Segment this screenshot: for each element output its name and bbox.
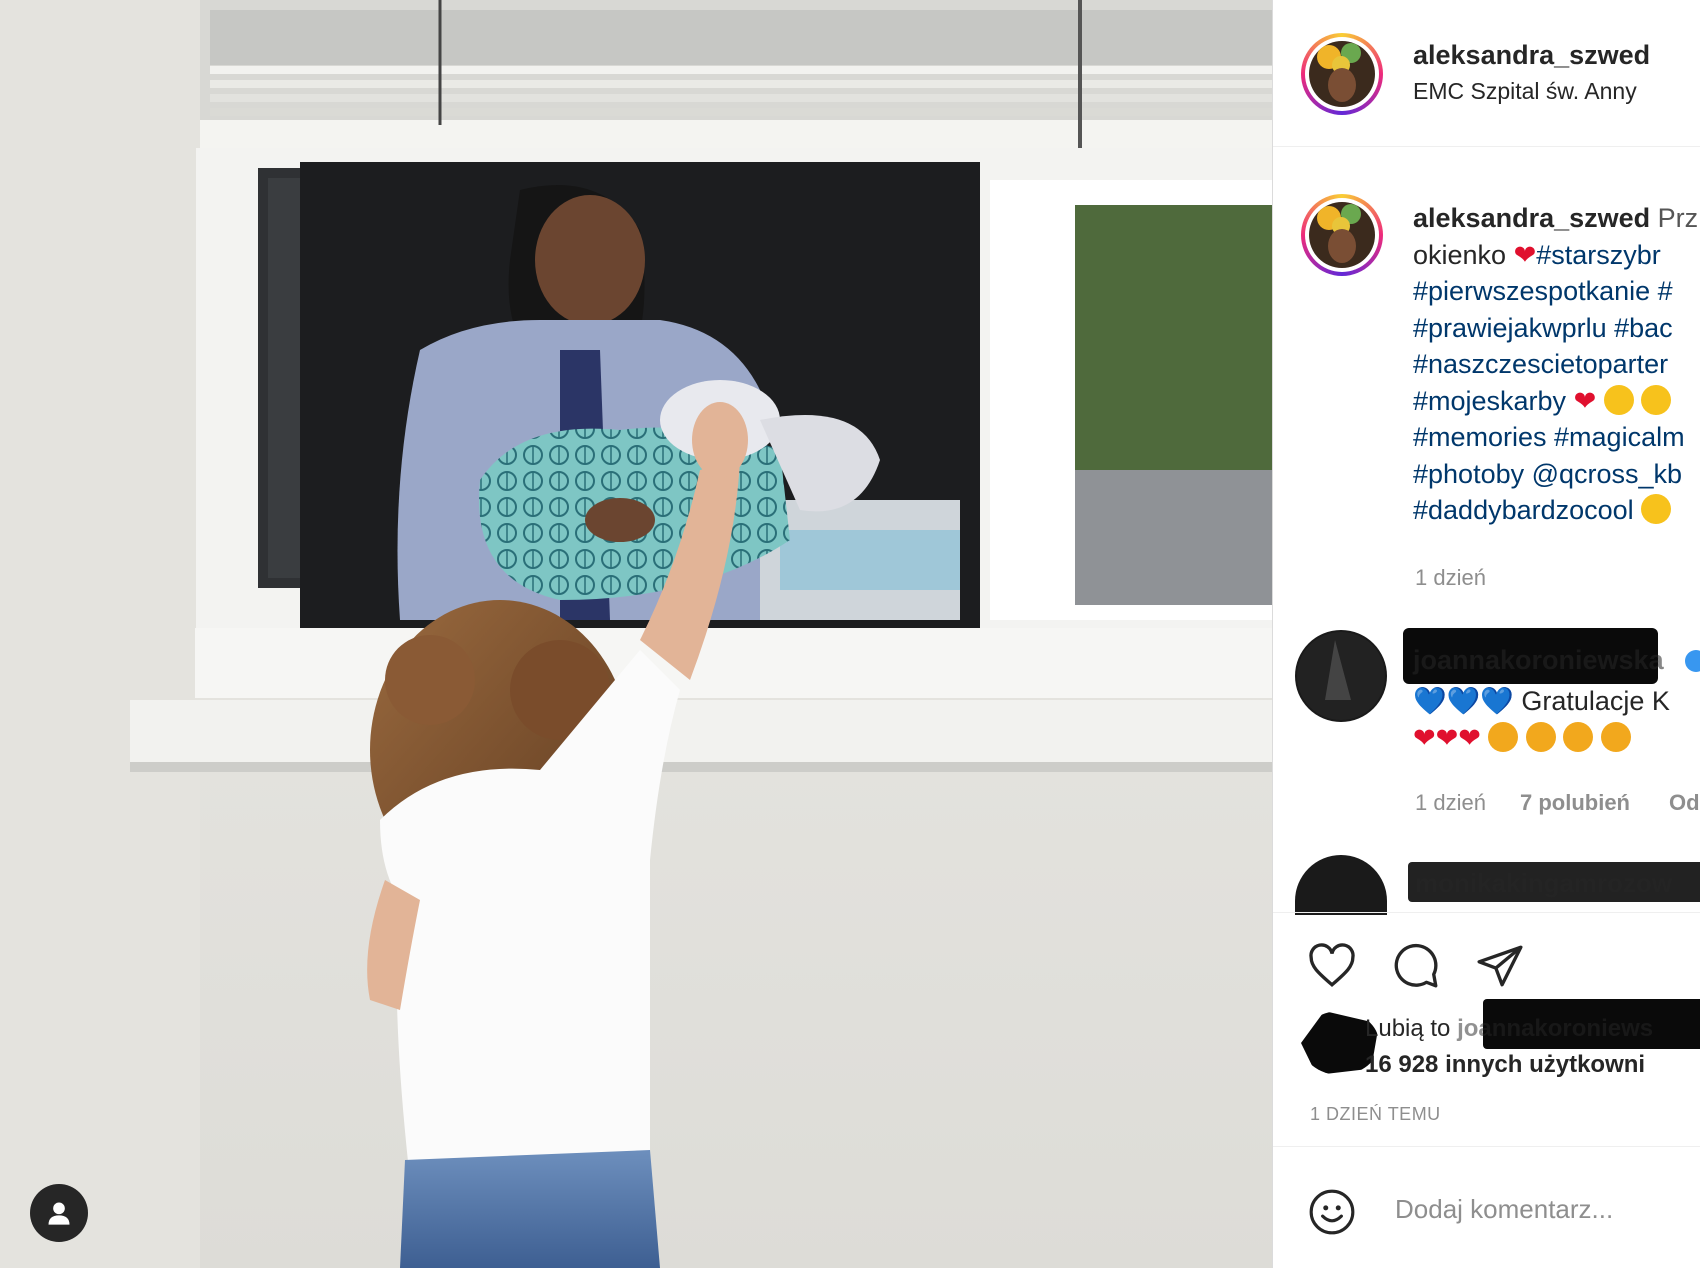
post-side-panel: aleksandra_szwed EMC Szpital św. Anny al… xyxy=(1272,0,1700,1268)
mention-link[interactable]: #photoby @qcross_kb xyxy=(1413,456,1700,493)
author-avatar[interactable] xyxy=(1301,33,1383,115)
likes-user-link[interactable]: joannakoroniews xyxy=(1457,1015,1653,1042)
hashtag-link[interactable]: #naszczescietoparter xyxy=(1413,349,1668,379)
comment-text-row: 💙💙💙 Gratulacje K xyxy=(1413,685,1670,717)
post-timestamp[interactable]: 1 DZIEŃ TEMU xyxy=(1310,1104,1441,1125)
likes-prefix: Lubią to xyxy=(1365,1015,1451,1042)
comment-username[interactable]: joannakoroniewska xyxy=(1413,645,1664,676)
raising-hands-emoji xyxy=(1600,722,1631,752)
comment-icon[interactable] xyxy=(1391,941,1441,991)
comment-time[interactable]: 1 dzień xyxy=(1415,790,1486,816)
avatar-image xyxy=(1309,202,1375,268)
reply-button[interactable]: Od xyxy=(1669,790,1700,816)
post-actions: Lubią to joannakoroniews 16 928 innych u… xyxy=(1273,912,1700,1123)
photo-illustration xyxy=(0,0,1272,1268)
raising-hands-emoji xyxy=(1525,722,1556,752)
author-username[interactable]: aleksandra_szwed xyxy=(1413,40,1650,71)
likes-count-link[interactable]: 16 928 innych użytkowni xyxy=(1365,1051,1645,1079)
red-heart-emoji: ❤ xyxy=(1573,385,1597,416)
likes-line-1: Lubią to joannakoroniews xyxy=(1365,1015,1653,1043)
smiling-emoji xyxy=(1641,384,1672,415)
kissing-emoji xyxy=(1641,494,1672,524)
comment-emoji-row: ❤❤❤ xyxy=(1413,722,1631,754)
hashtag-link[interactable]: #prawiejakwprlu #bac xyxy=(1413,310,1700,347)
hashtag-link[interactable]: #starszybr xyxy=(1536,240,1661,270)
comment-username[interactable]: monikakingamrozow xyxy=(1415,868,1672,899)
paper-plane-icon[interactable] xyxy=(1475,941,1525,991)
post-photo[interactable] xyxy=(0,0,1272,1268)
caption-text: okienko xyxy=(1413,239,1507,270)
caption-time[interactable]: 1 dzień xyxy=(1415,565,1486,591)
post-location[interactable]: EMC Szpital św. Anny xyxy=(1413,78,1637,105)
heart-icon[interactable] xyxy=(1307,941,1357,991)
caption-text: Prz xyxy=(1657,203,1699,233)
comment-text: Gratulacje K xyxy=(1521,686,1670,716)
blue-heart-emoji: 💙💙💙 xyxy=(1413,686,1514,716)
red-heart-emoji: ❤ xyxy=(1513,239,1537,270)
verified-badge-icon xyxy=(1685,650,1700,672)
comment-likes[interactable]: 7 polubień xyxy=(1520,790,1630,816)
smiley-icon[interactable] xyxy=(1307,1187,1357,1237)
hashtag-link[interactable]: #daddybardzocool xyxy=(1413,495,1634,525)
hashtag-link[interactable]: #mojeskarby xyxy=(1413,386,1566,416)
red-heart-emoji: ❤❤❤ xyxy=(1413,723,1481,753)
post-header: aleksandra_szwed EMC Szpital św. Anny xyxy=(1273,0,1700,147)
commenter-avatar[interactable] xyxy=(1295,855,1387,915)
user-tag-icon xyxy=(48,1202,70,1225)
caption-avatar[interactable] xyxy=(1301,194,1383,276)
caption-username[interactable]: aleksandra_szwed xyxy=(1413,203,1650,233)
raising-hands-emoji xyxy=(1488,722,1519,752)
tagged-users-button[interactable] xyxy=(30,1184,88,1242)
heart-eyes-emoji xyxy=(1603,384,1634,415)
avatar-image xyxy=(1297,632,1385,720)
add-comment-bar xyxy=(1273,1146,1700,1268)
hashtag-link[interactable]: #memories #magicalm xyxy=(1413,419,1700,456)
avatar-image xyxy=(1309,41,1375,107)
comment-input[interactable] xyxy=(1393,1187,1697,1231)
raising-hands-emoji xyxy=(1563,722,1594,752)
hashtag-link[interactable]: #pierwszespotkanie # xyxy=(1413,273,1700,310)
commenter-avatar[interactable] xyxy=(1295,630,1387,722)
post-caption: aleksandra_szwed Prz okienko ❤#starszybr… xyxy=(1413,200,1700,529)
